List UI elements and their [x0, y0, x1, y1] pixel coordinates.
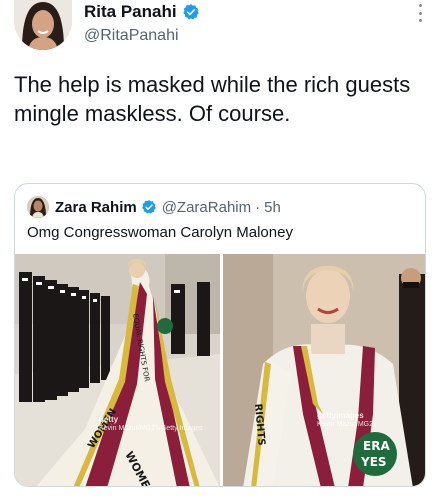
- watermark-credit: Kevin Mazur/MG21/Getty Images: [99, 425, 203, 432]
- quoted-author-name[interactable]: Zara Rahim: [55, 199, 137, 216]
- verified-badge-icon: [182, 4, 199, 20]
- photo-2-watermark: gettyimages Kevin Mazur/MG21: [317, 412, 377, 429]
- gown-train-photo: EQUAL RIGHTS FOR WOMEN WOMEN: [15, 254, 220, 486]
- watermark-brand: gettyimages: [317, 411, 364, 420]
- quoted-author-avatar[interactable]: [27, 196, 49, 218]
- watermark-credit: Kevin Mazur/MG21: [317, 421, 377, 428]
- author-handle[interactable]: @RitaPanahi: [84, 27, 200, 45]
- author-avatar[interactable]: [14, 0, 72, 50]
- tweet-text: The help is masked while the rich guests…: [14, 72, 411, 126]
- watermark-brand: getty: [99, 415, 119, 424]
- svg-text:ERA: ERA: [363, 439, 390, 453]
- photo-1-watermark: getty Kevin Mazur/MG21/Getty Images: [99, 416, 202, 433]
- quoted-header: Zara Rahim @ZaraRahim · 5h: [27, 196, 281, 218]
- author-name[interactable]: Rita Panahi: [84, 2, 177, 22]
- author-block: Rita Panahi @RitaPanahi: [84, 0, 200, 45]
- quoted-author-handle[interactable]: @ZaraRahim: [162, 199, 251, 216]
- quoted-timestamp[interactable]: 5h: [264, 199, 281, 216]
- more-options-icon[interactable]: [418, 4, 422, 22]
- quoted-avatar-image: [27, 196, 49, 218]
- author-avatar-image: [14, 0, 72, 50]
- quoted-text: Omg Congresswoman Carolyn Maloney: [27, 224, 293, 241]
- separator-dot: ·: [255, 198, 261, 216]
- quoted-tweet[interactable]: Zara Rahim @ZaraRahim · 5h Omg Congressw…: [14, 183, 426, 487]
- quoted-verified-badge-icon: [141, 200, 156, 214]
- portrait-photo: ERA YES RIGHTS: [223, 254, 425, 486]
- tweet[interactable]: Rita Panahi @RitaPanahi The help is mask…: [0, 0, 440, 500]
- quoted-photo-2[interactable]: ERA YES RIGHTS gettyimages Kevin Mazur/M…: [223, 254, 425, 486]
- svg-text:YES: YES: [360, 455, 387, 469]
- quoted-photo-1[interactable]: EQUAL RIGHTS FOR WOMEN WOMEN getty Kevin…: [15, 254, 220, 486]
